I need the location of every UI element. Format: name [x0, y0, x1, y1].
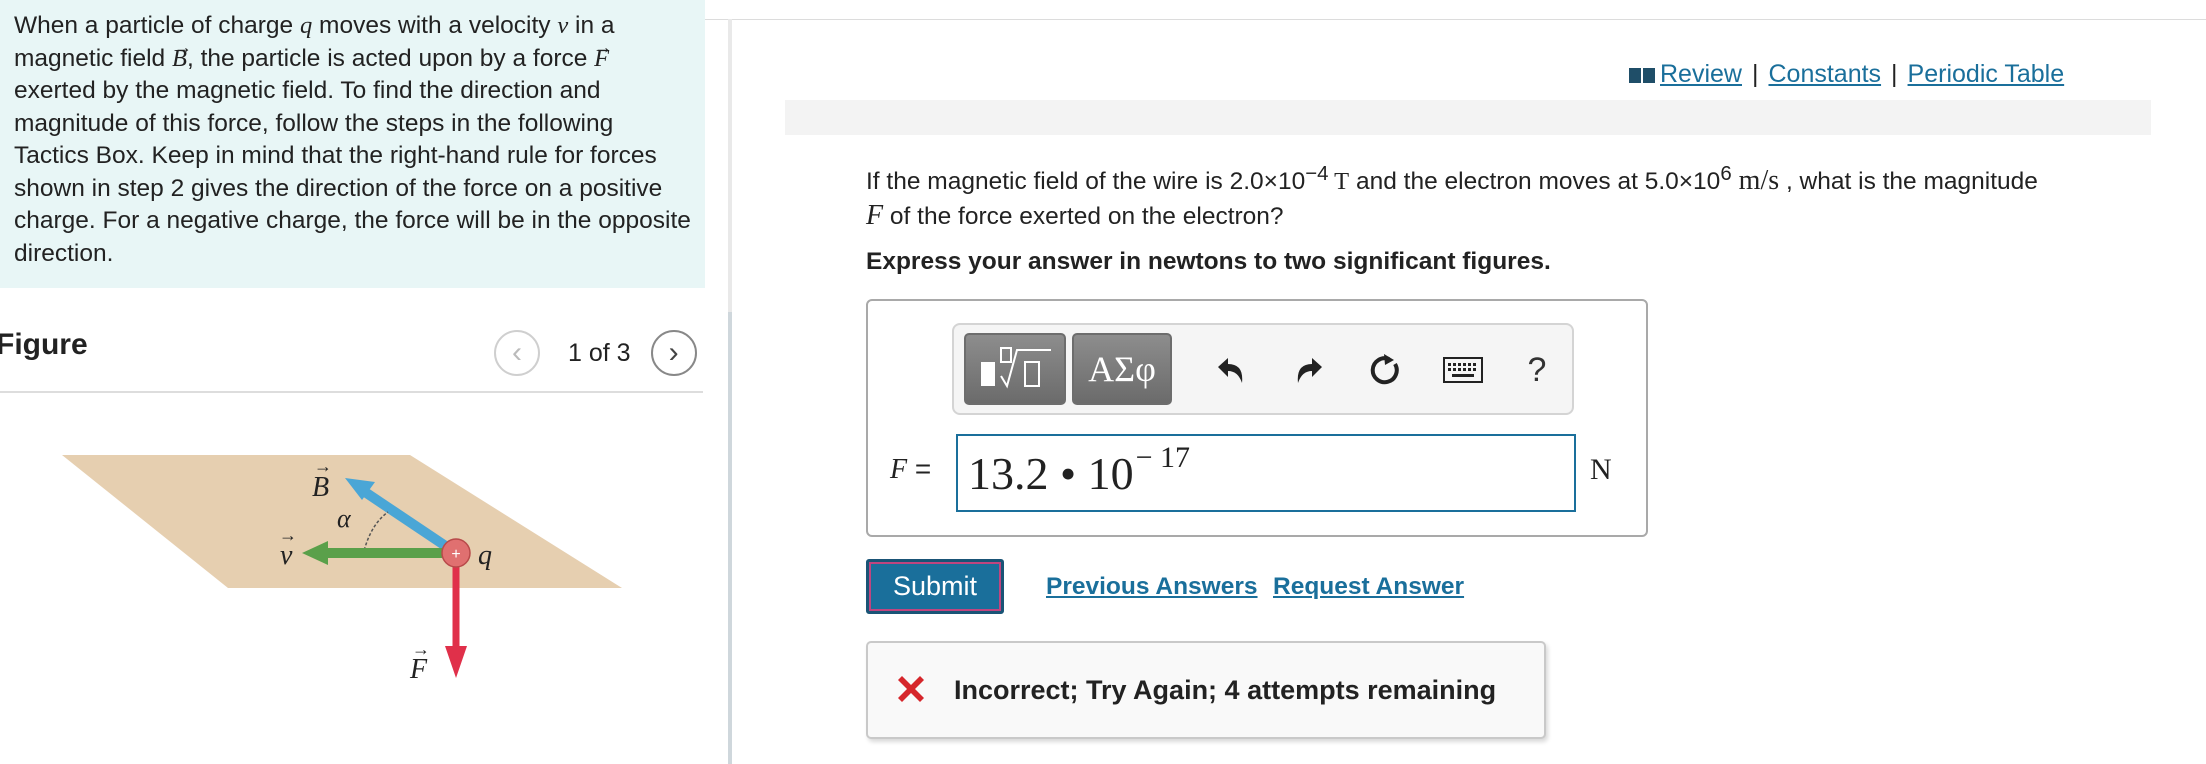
feedback-message: Incorrect; Try Again; 4 attempts remaini…	[954, 675, 1497, 705]
unit-label: N	[1590, 453, 1612, 486]
keyboard-icon	[1443, 357, 1483, 383]
undo-icon	[1218, 358, 1243, 383]
label-q: q	[478, 540, 492, 571]
redo-icon	[1297, 358, 1322, 383]
question-text-part: , what is the magnitude	[1779, 168, 2038, 196]
request-answer-link[interactable]: Request Answer	[1273, 573, 1464, 601]
previous-figure-button[interactable]: ‹	[494, 330, 540, 376]
incorrect-x-icon	[898, 676, 924, 702]
book-icon	[1629, 67, 1655, 83]
intro-text-part: moves with a velocity	[312, 12, 558, 39]
answer-mantissa: 13.2 • 10	[968, 448, 1134, 499]
charge-sign: +	[451, 546, 460, 563]
intro-text-part: When a particle of charge	[14, 12, 300, 39]
previous-answers-link[interactable]: Previous Answers	[1046, 573, 1258, 601]
answer-instruction: Express your answer in newtons to two si…	[866, 248, 1551, 275]
link-separator: |	[1751, 60, 1759, 88]
help-button[interactable]: ?	[1514, 347, 1560, 393]
figure-divider	[0, 391, 703, 393]
var-q: q	[300, 12, 313, 39]
periodic-table-link[interactable]: Periodic Table	[1908, 60, 2065, 89]
label-alpha: α	[337, 504, 352, 533]
force-figure: + B → α v → q F →	[62, 455, 622, 685]
figure-counter: 1 of 3	[568, 338, 631, 367]
resource-links: Review | Constants | Periodic Table	[1628, 60, 2064, 89]
var-v: v	[557, 12, 569, 39]
unit: m/s	[1731, 165, 1780, 197]
figure-nav: ‹ 1 of 3 ›	[494, 328, 697, 378]
constants-link[interactable]: Constants	[1768, 60, 1881, 89]
part-header-strip	[785, 100, 2151, 135]
undo-button[interactable]	[1208, 347, 1254, 393]
feedback-box: Incorrect; Try Again; 4 attempts remaini…	[866, 641, 1546, 739]
exponent: 6	[1720, 163, 1732, 185]
intro-text-part: , the particle is acted upon by a force	[186, 44, 595, 72]
exponent: −4	[1305, 163, 1329, 185]
vector-arrow-icon: →	[412, 639, 430, 659]
keyboard-button[interactable]	[1440, 347, 1486, 393]
var-F-vector: F →	[594, 37, 612, 72]
label-B: B	[312, 472, 329, 503]
var-F: F	[866, 200, 884, 232]
next-figure-button[interactable]: ›	[650, 330, 697, 376]
reset-button[interactable]	[1362, 347, 1408, 393]
var-F: F	[890, 454, 908, 485]
templates-button[interactable]	[964, 333, 1066, 405]
help-icon: ?	[1527, 350, 1547, 389]
answer-variable-label: F =	[890, 453, 931, 486]
chevron-right-icon: ›	[668, 336, 679, 369]
question-text-part: and the electron moves at 5.0×10	[1349, 168, 1721, 196]
reset-icon	[1370, 354, 1399, 385]
link-separator: |	[1891, 60, 1898, 88]
question-text: If the magnetic field of the wire is 2.0…	[866, 157, 2176, 234]
vector-arrow-icon: →	[314, 456, 332, 476]
submit-button[interactable]: Submit	[866, 559, 1004, 614]
pane-splitter-handle[interactable]	[728, 312, 732, 764]
answer-exponent: − 17	[1135, 441, 1191, 474]
symbols-button[interactable]: ΑΣφ	[1072, 333, 1172, 405]
vector-arrow-icon: →	[173, 36, 192, 57]
unit: T	[1328, 168, 1350, 196]
math-toolbar: ΑΣφ ?	[952, 323, 1574, 415]
force-arrowhead-icon	[445, 646, 467, 678]
figure-title: Figure	[0, 328, 88, 361]
vector-arrow-icon: →	[594, 36, 613, 57]
left-pane: When a particle of charge q moves with a…	[0, 0, 730, 764]
question-text-part: of the force exerted on the electron?	[883, 203, 1284, 231]
templates-icon	[981, 347, 1051, 389]
review-link[interactable]: Review	[1660, 60, 1742, 89]
answer-box: ΑΣφ ? F = 13.2 • 10− 17 N	[866, 299, 1648, 537]
equals-sign: =	[907, 453, 932, 484]
vector-arrow-icon: →	[279, 525, 297, 545]
greek-symbols-icon: ΑΣφ	[1088, 349, 1156, 389]
var-B-vector: B →	[172, 37, 192, 72]
chevron-left-icon: ‹	[512, 336, 522, 369]
intro-text: When a particle of charge q moves with a…	[0, 0, 705, 288]
question-text-part: If the magnetic field of the wire is 2.0…	[866, 168, 1306, 196]
redo-button[interactable]	[1286, 347, 1332, 393]
intro-text-part: exerted by the magnetic field. To find t…	[14, 77, 691, 267]
answer-input[interactable]: 13.2 • 10− 17	[956, 434, 1576, 512]
